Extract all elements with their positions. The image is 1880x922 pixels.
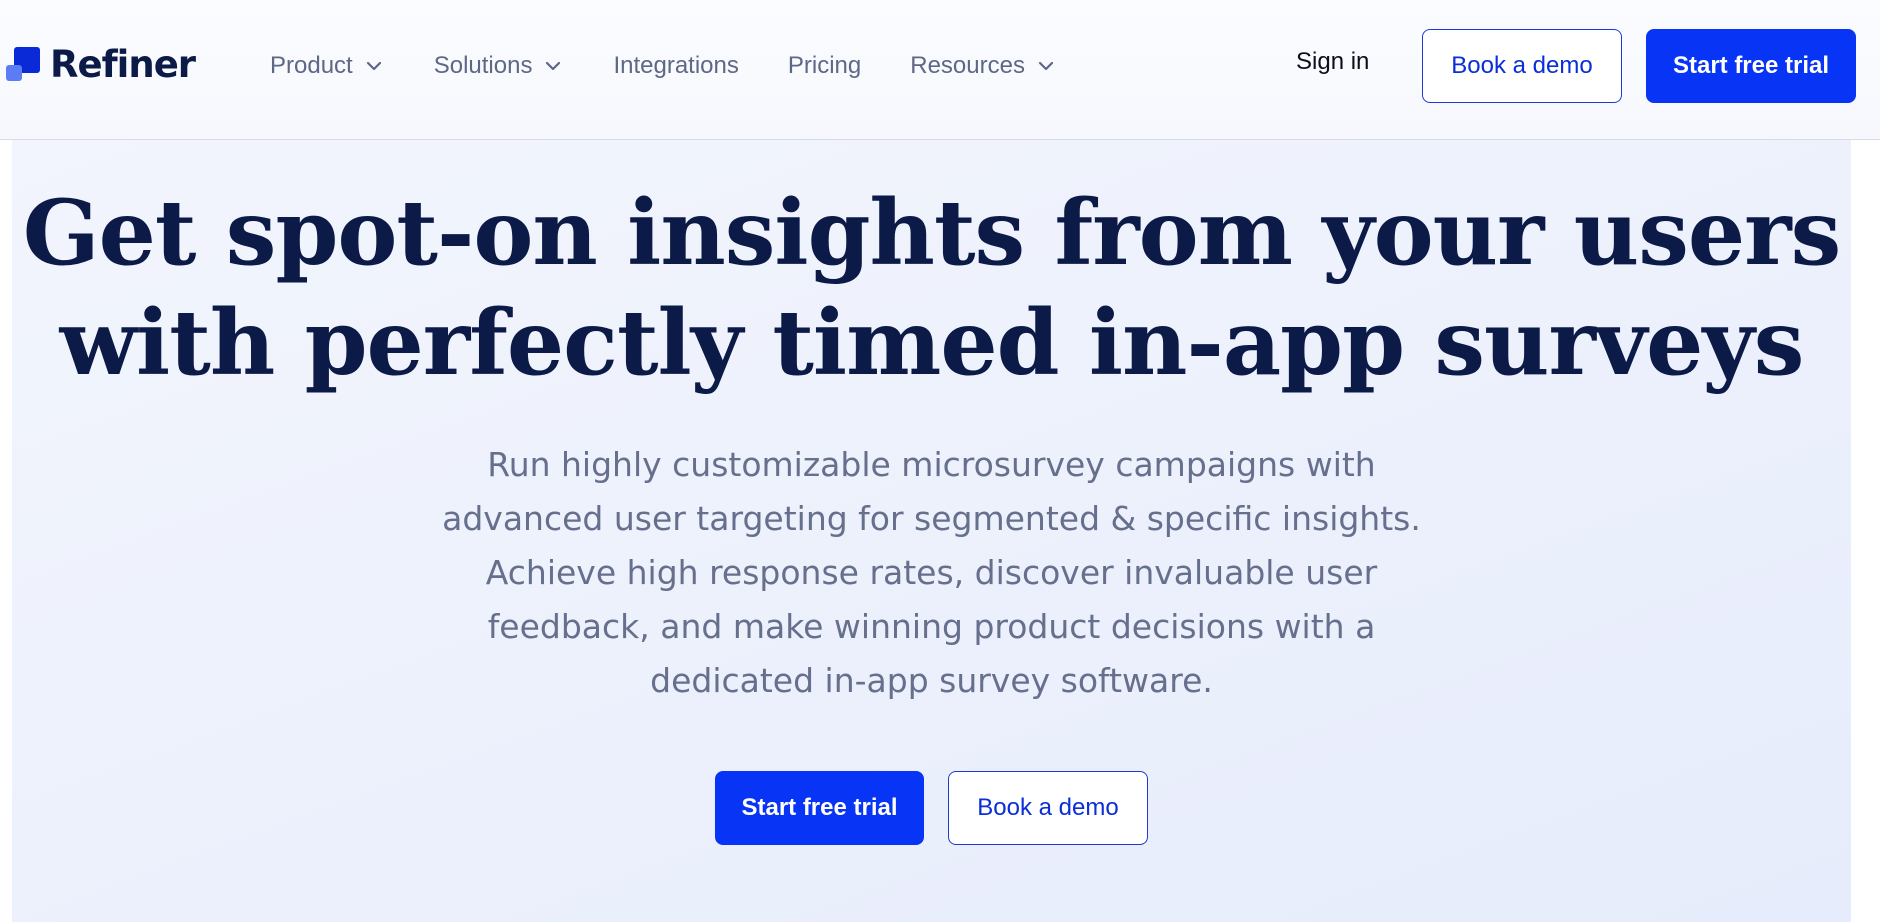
chevron-down-icon — [542, 55, 564, 77]
hero-subtitle: Run highly customizable microsurvey camp… — [442, 445, 1421, 700]
nav-item-label: Product — [270, 52, 353, 79]
site-header: Refiner Product Solutions Integrations P… — [0, 0, 1880, 140]
logo-wordmark: Refiner — [50, 42, 196, 86]
nav-item-label: Resources — [910, 52, 1025, 79]
chevron-down-icon — [1035, 55, 1057, 77]
nav-item-integrations[interactable]: Integrations — [613, 52, 738, 80]
hero-title: Get spot-on insights from your users wit… — [12, 178, 1851, 398]
hero-start-trial-button[interactable]: Start free trial — [715, 771, 924, 845]
hero-cta-group: Start free trial Book a demo — [12, 771, 1851, 845]
sign-in-link[interactable]: Sign in — [1296, 48, 1369, 76]
header-start-trial-button[interactable]: Start free trial — [1646, 29, 1856, 103]
nav-item-solutions[interactable]: Solutions — [434, 52, 565, 80]
refiner-logo-icon — [6, 47, 40, 81]
nav-item-label: Solutions — [433, 52, 533, 79]
hero-book-demo-button[interactable]: Book a demo — [948, 771, 1148, 845]
nav-item-pricing[interactable]: Pricing — [788, 52, 861, 80]
nav-item-label: Pricing — [787, 52, 862, 79]
nav-item-resources[interactable]: Resources — [910, 52, 1057, 80]
header-book-demo-button[interactable]: Book a demo — [1422, 29, 1622, 103]
refiner-logo[interactable]: Refiner — [6, 42, 196, 86]
hero-section: Get spot-on insights from your users wit… — [12, 140, 1851, 922]
chevron-down-icon — [363, 55, 385, 77]
hero-title-line-1: Get spot-on insights from your users — [22, 180, 1841, 286]
main-nav: Product Solutions Integrations Pricing R… — [270, 46, 1106, 86]
hero-title-line-2: with perfectly timed in-app surveys — [59, 290, 1805, 396]
nav-item-product[interactable]: Product — [270, 52, 385, 80]
nav-item-label: Integrations — [613, 52, 739, 79]
